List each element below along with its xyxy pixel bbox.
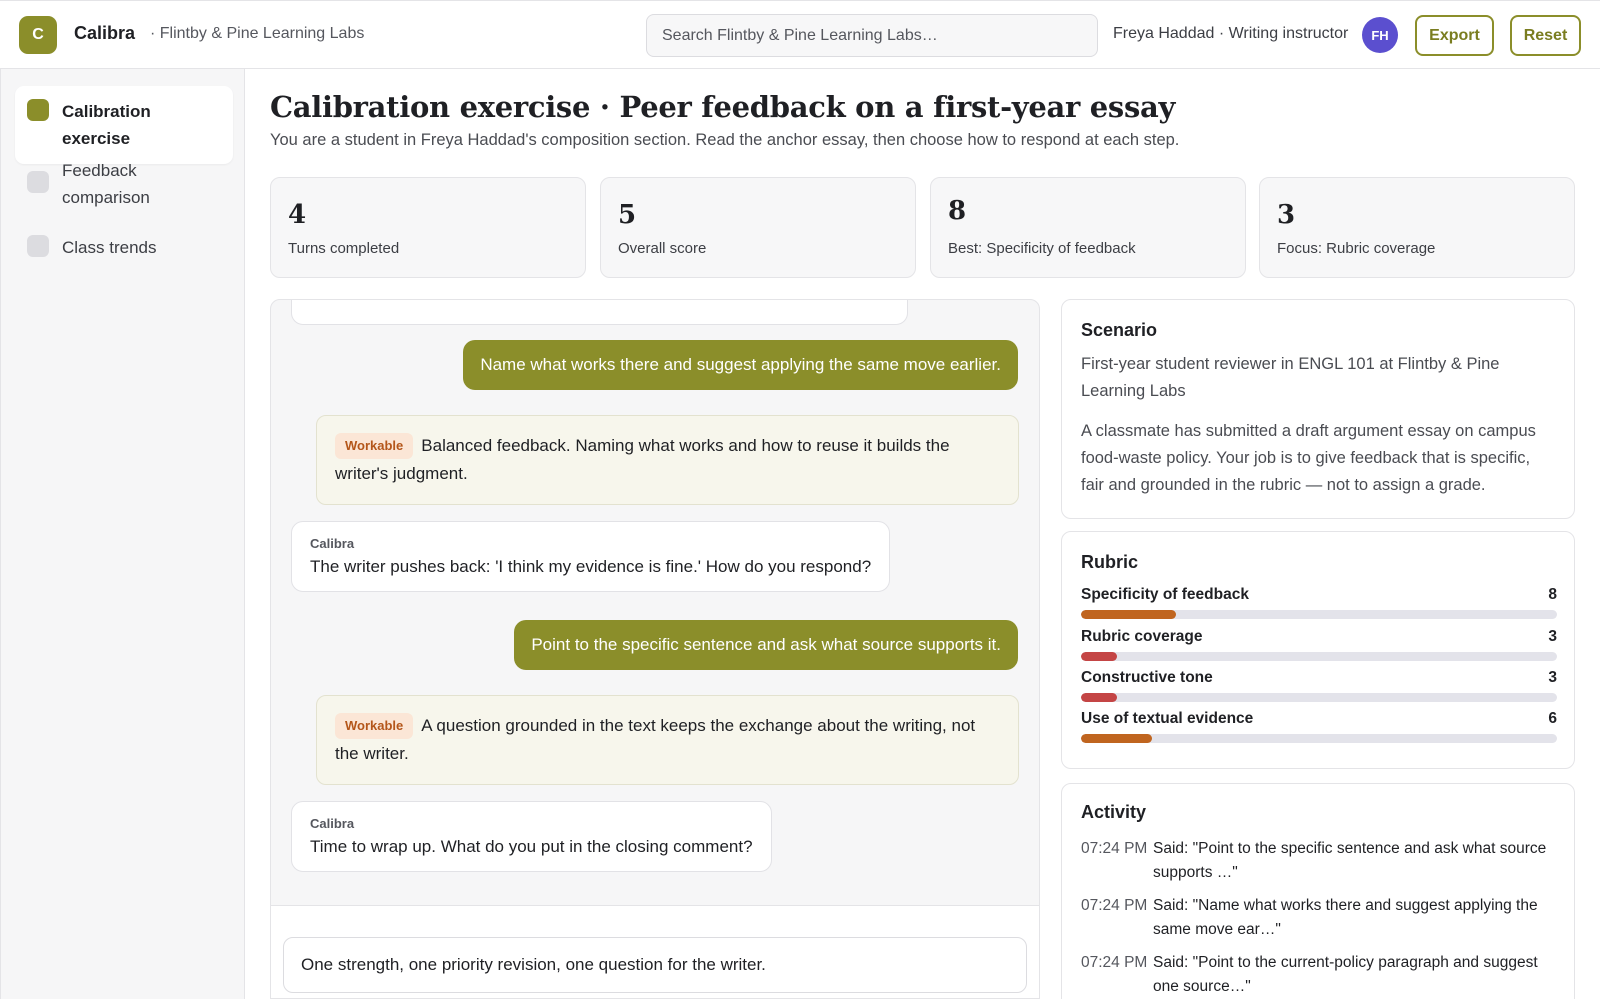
stat-label: Overall score bbox=[618, 240, 707, 257]
stat-label: Focus: Rubric coverage bbox=[1277, 240, 1436, 257]
bot-text: Time to wrap up. What do you put in the … bbox=[310, 837, 753, 856]
user-message: Name what works there and suggest applyi… bbox=[463, 340, 1018, 390]
bot-name: Calibra bbox=[310, 816, 355, 831]
scenario-card: Scenario First-year student reviewer in … bbox=[1061, 299, 1575, 519]
nav-square-icon bbox=[27, 171, 49, 193]
page-title: Calibration exercise · Peer feedback on … bbox=[270, 90, 1176, 124]
bot-text: The writer pushes back: 'I think my evid… bbox=[310, 557, 872, 576]
app-name: Calibra bbox=[74, 23, 136, 43]
sidebar-item-label: Class trends bbox=[62, 238, 157, 257]
scenario-role: First-year student reviewer in ENGL 101 … bbox=[1081, 355, 1500, 400]
rubric-bar-fill bbox=[1081, 693, 1117, 702]
export-button[interactable]: Export bbox=[1415, 15, 1494, 56]
composer-area bbox=[271, 905, 1039, 998]
rubric-bar-track bbox=[1081, 610, 1557, 619]
chat-transcript[interactable]: Name what works there and suggest applyi… bbox=[271, 300, 1039, 905]
activity-time: 07:24 PM bbox=[1081, 954, 1148, 971]
card-title: Scenario bbox=[1081, 320, 1158, 340]
feedback-text: A question grounded in the text keeps th… bbox=[335, 716, 976, 763]
activity-text: Said: "Point to the specific sentence an… bbox=[1153, 840, 1547, 881]
user-name: Freya Haddad · Writing instructor bbox=[1113, 25, 1349, 42]
stat-card-focus: 3 Focus: Rubric coverage bbox=[1259, 177, 1575, 278]
scenario-description: A classmate has submitted a draft argume… bbox=[1081, 422, 1536, 494]
response-input[interactable] bbox=[283, 937, 1027, 993]
rubric-score: 8 bbox=[1548, 586, 1557, 603]
bot-message: Calibra The writer pushes back: 'I think… bbox=[291, 521, 891, 592]
bot-message-clipped bbox=[291, 300, 908, 325]
chat-panel: Name what works there and suggest applyi… bbox=[270, 299, 1040, 999]
sidebar-item-label: Calibration exercise bbox=[62, 102, 151, 148]
stat-value: 5 bbox=[618, 200, 637, 230]
feedback-tag: Workable bbox=[335, 433, 414, 459]
rubric-criterion: Constructive tone bbox=[1081, 669, 1213, 686]
rubric-score: 3 bbox=[1548, 669, 1557, 686]
rubric-bar-fill bbox=[1081, 734, 1153, 743]
stat-value: 3 bbox=[1277, 200, 1296, 230]
nav-square-icon bbox=[27, 99, 49, 121]
sidebar-item-label: Feedback comparison bbox=[62, 161, 150, 207]
feedback-card: Workable A question grounded in the text … bbox=[316, 695, 1019, 785]
rubric-bar-fill bbox=[1081, 652, 1117, 661]
rubric-criterion: Use of textual evidence bbox=[1081, 710, 1254, 727]
rubric-bar-track bbox=[1081, 652, 1557, 661]
card-title: Activity bbox=[1081, 802, 1147, 822]
feedback-tag: Workable bbox=[335, 713, 414, 739]
sidebar: Calibration exercise Feedback comparison… bbox=[0, 69, 245, 999]
rubric-bar-track bbox=[1081, 693, 1557, 702]
stat-label: Best: Specificity of feedback bbox=[948, 240, 1136, 257]
activity-time: 07:24 PM bbox=[1081, 840, 1148, 857]
feedback-card: Workable Balanced feedback. Naming what w… bbox=[316, 415, 1019, 505]
org-name: · Flintby & Pine Learning Labs bbox=[150, 25, 365, 42]
activity-text: Said: "Point to the current-policy parag… bbox=[1153, 954, 1538, 995]
card-title: Rubric bbox=[1081, 552, 1139, 572]
avatar[interactable]: FH bbox=[1362, 17, 1398, 53]
rubric-bar-track bbox=[1081, 734, 1557, 743]
stat-card-overall-score: 5 Overall score bbox=[600, 177, 916, 278]
rubric-score: 3 bbox=[1548, 628, 1557, 645]
top-bar: C Calibra · Flintby & Pine Learning Labs… bbox=[0, 0, 1600, 69]
rubric-bar-fill bbox=[1081, 610, 1177, 619]
rubric-score: 6 bbox=[1548, 710, 1557, 727]
stat-value: 4 bbox=[288, 200, 307, 230]
rubric-criterion: Specificity of feedback bbox=[1081, 586, 1249, 603]
activity-time: 07:24 PM bbox=[1081, 897, 1148, 914]
bot-message: Calibra Time to wrap up. What do you put… bbox=[291, 801, 772, 872]
activity-card: Activity 07:24 PM Said: "Point to the spe… bbox=[1061, 783, 1575, 999]
app-logo[interactable]: C bbox=[19, 16, 57, 54]
stat-label: Turns completed bbox=[288, 240, 400, 257]
nav-square-icon bbox=[27, 235, 49, 257]
bot-name: Calibra bbox=[310, 536, 355, 551]
feedback-text: Balanced feedback. Naming what works and… bbox=[335, 436, 950, 483]
activity-text: Said: "Name what works there and suggest… bbox=[1153, 897, 1538, 938]
sidebar-item-feedback-comparison[interactable]: Feedback comparison bbox=[15, 145, 233, 223]
reset-button[interactable]: Reset bbox=[1510, 15, 1581, 56]
search-input[interactable] bbox=[646, 14, 1098, 57]
sidebar-item-class-trends[interactable]: Class trends bbox=[15, 222, 233, 273]
page-subtitle: You are a student in Freya Haddad's comp… bbox=[270, 131, 1180, 149]
stat-value: 8 bbox=[948, 196, 967, 226]
rubric-card: Rubric Specificity of feedback 8 Rubric co… bbox=[1061, 531, 1575, 769]
user-message: Point to the specific sentence and ask w… bbox=[514, 620, 1018, 670]
stat-card-best: 8 Best: Specificity of feedback bbox=[930, 177, 1246, 278]
rubric-criterion: Rubric coverage bbox=[1081, 628, 1203, 645]
stat-card-turns: 4 Turns completed bbox=[270, 177, 586, 278]
